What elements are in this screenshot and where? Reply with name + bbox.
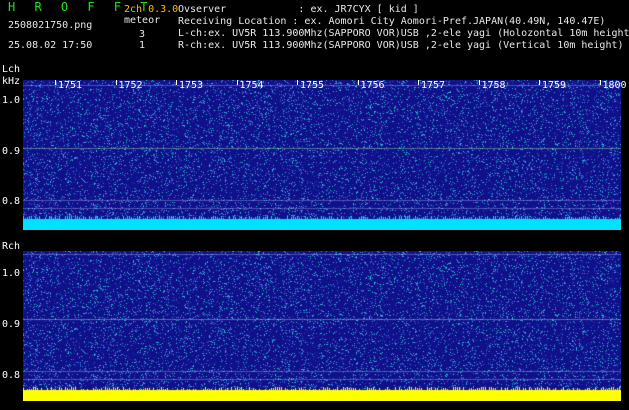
observer-info: Ovserver : ex. JR7CYX [ kid ] <box>178 4 419 15</box>
lch-y-label: 0.8 <box>2 196 21 207</box>
lch-y-label: 0.9 <box>2 146 21 157</box>
time-tick-mark <box>176 80 177 85</box>
time-tick-mark <box>236 80 238 85</box>
time-tick-label: 1758 <box>481 80 506 91</box>
filename: 2508021750.png <box>8 20 93 31</box>
rch-y-label: 1.0 <box>2 268 21 279</box>
location-info: Receiving Location : ex. Aomori City Aom… <box>178 16 606 27</box>
time-tick-label: 1751 <box>58 80 83 91</box>
time-tick-mark <box>55 80 56 85</box>
time-tick-label: 1757 <box>421 80 446 91</box>
timestamp: 25.08.02 17:50 <box>8 40 93 51</box>
time-tick-label: 1753 <box>179 80 204 91</box>
lch-info: L-ch:ex. UV5R 113.900Mhz(SAPPORO VOR)USB… <box>178 28 629 39</box>
lch-y-label: 1.0 <box>2 95 21 106</box>
lch-label: Lch <box>2 64 21 75</box>
time-tick-mark <box>599 80 601 85</box>
channels-version: 2ch 0.3.0 <box>124 4 179 15</box>
time-tick-label: 1755 <box>300 80 325 91</box>
time-tick-mark <box>357 80 359 85</box>
meteor-label: meteor <box>124 15 161 26</box>
time-tick-mark <box>115 80 117 85</box>
time-tick-mark <box>297 80 298 85</box>
rch-info: R-ch:ex. UV5R 113.900Mhz(SAPPORO VOR)USB… <box>178 40 624 51</box>
time-tick-label: 1752 <box>118 80 143 91</box>
rch-y-label: 0.9 <box>2 319 21 330</box>
time-tick-mark <box>418 80 419 85</box>
time-tick-mark <box>478 80 480 85</box>
time-tick-label: 1756 <box>360 80 385 91</box>
time-tick-label: 1800 <box>602 80 627 91</box>
lch-unit: kHz <box>2 76 21 87</box>
time-tick-mark <box>539 80 540 85</box>
rch-y-label: 0.8 <box>2 370 21 381</box>
rch-meteor-count: 1 <box>139 40 146 51</box>
lch-spectrogram <box>23 80 621 230</box>
rch-spectrogram <box>23 251 621 401</box>
time-tick-label: 1754 <box>239 80 264 91</box>
rch-label: Rch <box>2 241 21 252</box>
lch-meteor-count: 3 <box>139 29 146 40</box>
time-tick-label: 1759 <box>542 80 567 91</box>
